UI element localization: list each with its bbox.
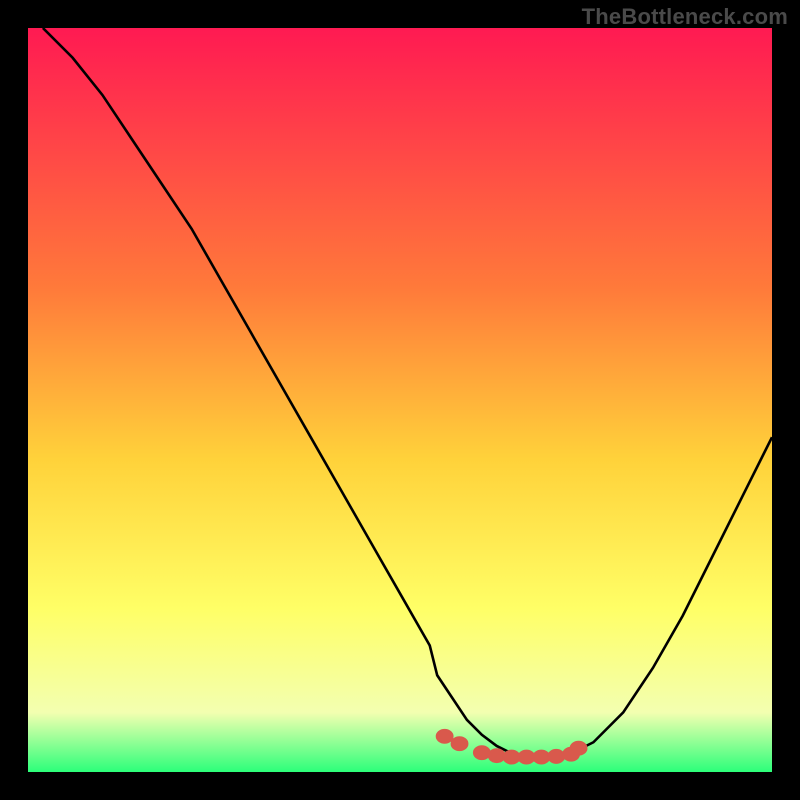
marker-point (533, 750, 549, 763)
marker-point (518, 750, 534, 763)
bottleneck-chart (28, 28, 772, 772)
heatmap-background (28, 28, 772, 772)
marker-point (451, 737, 467, 750)
marker-point (474, 746, 490, 759)
marker-point (548, 750, 564, 763)
marker-point (570, 741, 586, 754)
marker-point (489, 749, 505, 762)
marker-point (503, 750, 519, 763)
chart-frame: TheBottleneck.com (0, 0, 800, 800)
marker-point (436, 730, 452, 743)
watermark-text: TheBottleneck.com (582, 4, 788, 30)
